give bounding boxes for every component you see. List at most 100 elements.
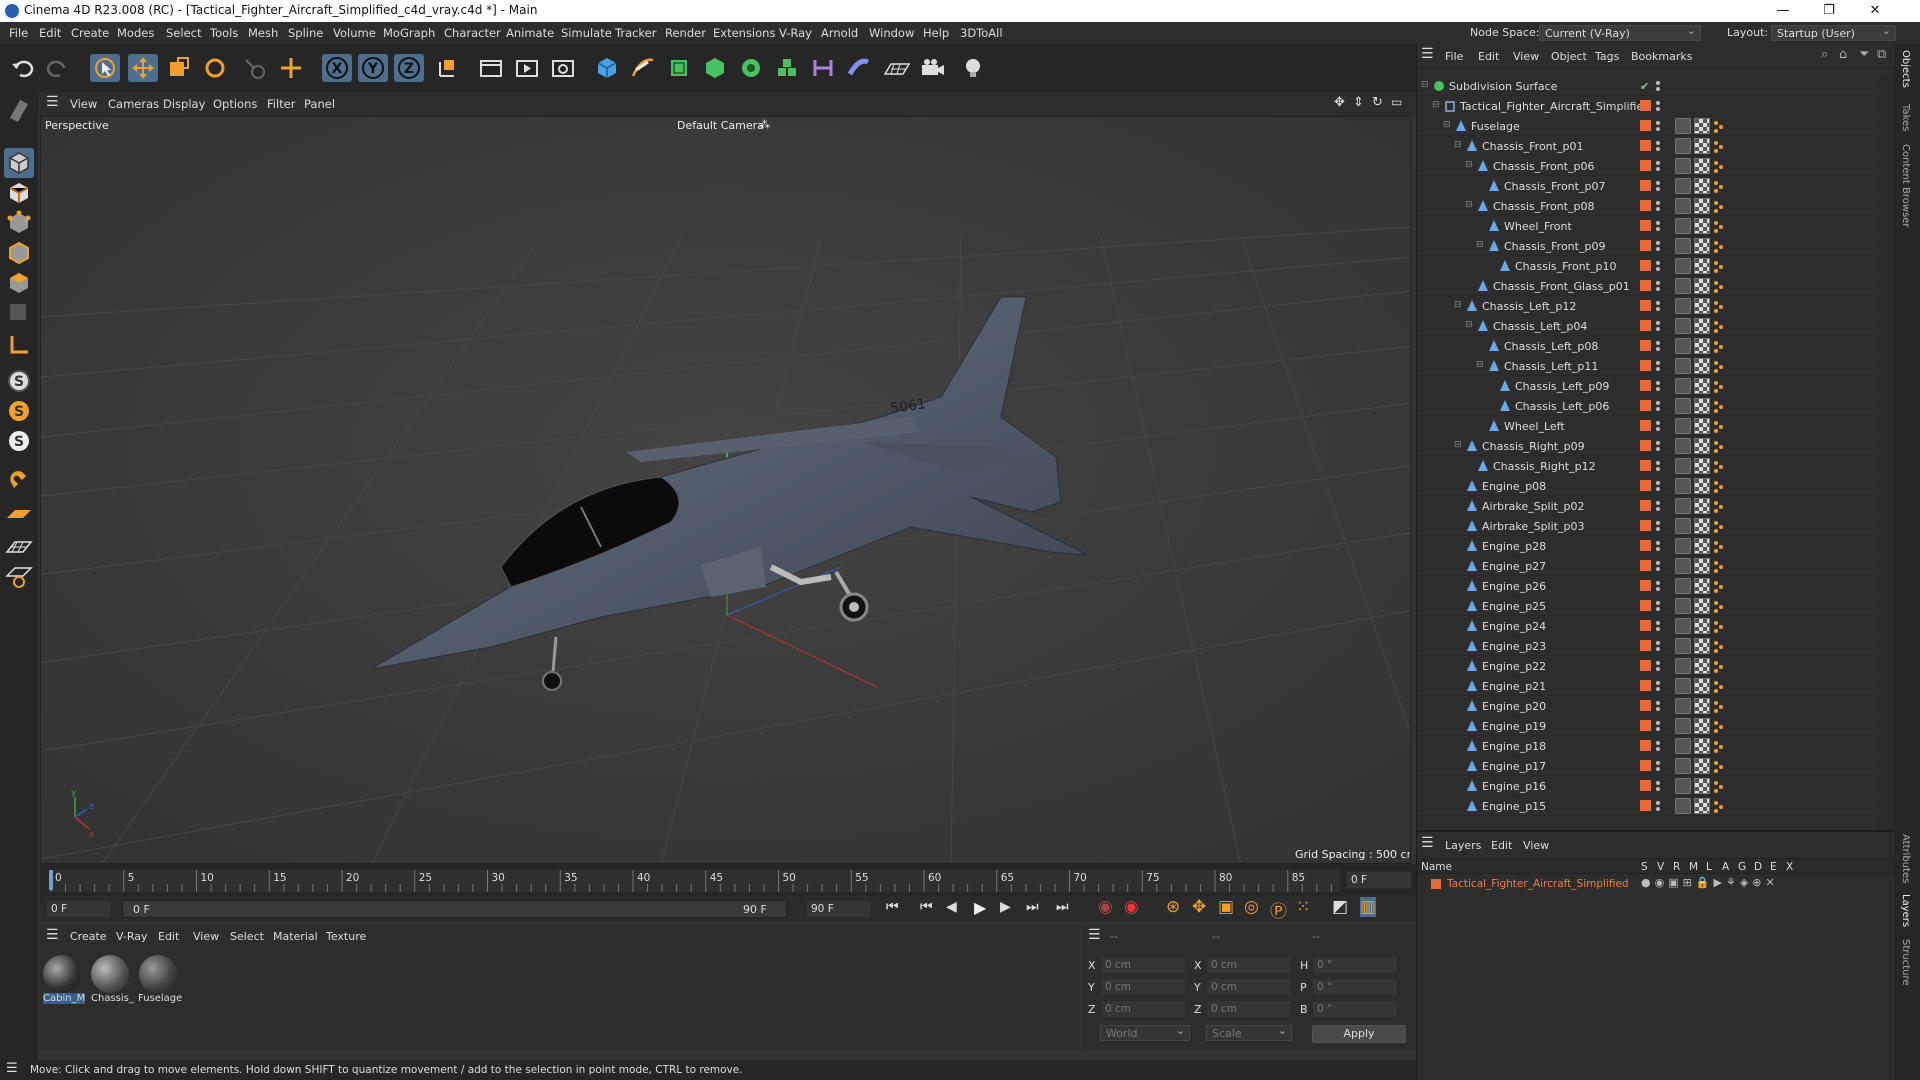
layer-color-tag[interactable] bbox=[1640, 540, 1651, 551]
selection-tag-icon[interactable] bbox=[1712, 799, 1724, 813]
material-tag-icon[interactable] bbox=[1694, 538, 1710, 554]
visibility-dots-icon[interactable] bbox=[1656, 99, 1660, 113]
material-swatch-cabin[interactable]: Cabin_M bbox=[42, 953, 86, 1005]
visibility-dots-icon[interactable] bbox=[1656, 599, 1660, 613]
material-tag-icon[interactable] bbox=[1694, 678, 1710, 694]
material-tag-icon[interactable] bbox=[1694, 258, 1710, 274]
object-row[interactable]: ⊟ Chassis_Front_p09 bbox=[1417, 236, 1877, 256]
visibility-dots-icon[interactable] bbox=[1656, 479, 1660, 493]
edges-mode-icon[interactable] bbox=[4, 238, 34, 268]
object-list-scrollbar[interactable]: ⌄ bbox=[1879, 76, 1893, 864]
material-tag-icon[interactable] bbox=[1694, 778, 1710, 794]
render-settings-icon[interactable] bbox=[548, 54, 578, 82]
pen-spline-icon[interactable] bbox=[628, 54, 658, 82]
material-tag-icon[interactable] bbox=[1694, 498, 1710, 514]
selection-tag-icon[interactable] bbox=[1712, 559, 1724, 573]
visibility-dots-icon[interactable] bbox=[1656, 419, 1660, 433]
start-frame-field[interactable]: 0 F bbox=[46, 900, 112, 918]
toggle-view-icon[interactable]: ▭ bbox=[1391, 95, 1402, 109]
object-row[interactable]: Engine_p20 bbox=[1417, 696, 1877, 716]
workplane-icon[interactable] bbox=[4, 500, 34, 530]
material-tag-icon[interactable] bbox=[1694, 738, 1710, 754]
object-row[interactable]: ⊟ Chassis_Right_p09 bbox=[1417, 436, 1877, 456]
selection-tag-icon[interactable] bbox=[1712, 119, 1724, 133]
object-row[interactable]: Chassis_Left_p09 bbox=[1417, 376, 1877, 396]
menu-volume[interactable]: Volume bbox=[333, 26, 376, 40]
pos-z-field[interactable]: 0 cm bbox=[1100, 1000, 1186, 1018]
selection-tag-icon[interactable] bbox=[1712, 279, 1724, 293]
layer-color-tag[interactable] bbox=[1640, 640, 1651, 651]
timeline-window-icon[interactable]: ◩ bbox=[1332, 897, 1348, 917]
pos-y-field[interactable]: 0 cm bbox=[1100, 978, 1186, 996]
maximize-button[interactable]: ❐ bbox=[1806, 0, 1852, 22]
polygons-mode-icon[interactable] bbox=[4, 268, 34, 298]
layers-hamburger-icon[interactable]: ☰ bbox=[1421, 835, 1434, 851]
side-tab-attributes[interactable]: Attributes bbox=[1900, 834, 1911, 883]
layer-color-tag[interactable] bbox=[1640, 280, 1651, 291]
visibility-dots-icon[interactable] bbox=[1656, 79, 1660, 93]
menu-modes[interactable]: Modes bbox=[117, 26, 154, 40]
cube-primitive-icon[interactable] bbox=[592, 54, 622, 82]
phong-tag-icon[interactable] bbox=[1675, 678, 1691, 694]
visibility-dots-icon[interactable] bbox=[1656, 759, 1660, 773]
object-row[interactable]: Engine_p25 bbox=[1417, 596, 1877, 616]
soft-selection-icon[interactable]: S bbox=[4, 396, 34, 426]
selection-tag-icon[interactable] bbox=[1712, 579, 1724, 593]
cloner-icon[interactable] bbox=[736, 54, 766, 82]
playhead[interactable] bbox=[49, 870, 53, 890]
selection-tag-icon[interactable] bbox=[1712, 399, 1724, 413]
visibility-dots-icon[interactable] bbox=[1656, 359, 1660, 373]
phong-tag-icon[interactable] bbox=[1675, 198, 1691, 214]
material-swatch-chassis[interactable]: Chassis_ bbox=[90, 953, 134, 1005]
selection-tag-icon[interactable] bbox=[1712, 679, 1724, 693]
layer-color-tag[interactable] bbox=[1640, 200, 1651, 211]
selection-tag-icon[interactable] bbox=[1712, 379, 1724, 393]
coordinate-system-icon[interactable] bbox=[432, 54, 462, 82]
visibility-dots-icon[interactable] bbox=[1656, 159, 1660, 173]
objects-menu-file[interactable]: File bbox=[1445, 50, 1463, 63]
phong-tag-icon[interactable] bbox=[1675, 238, 1691, 254]
phong-tag-icon[interactable] bbox=[1675, 538, 1691, 554]
size-y-field[interactable]: 0 cm bbox=[1206, 978, 1292, 996]
phong-tag-icon[interactable] bbox=[1675, 138, 1691, 154]
material-menu-material[interactable]: Material bbox=[273, 930, 318, 943]
y-axis-lock-icon[interactable]: Y bbox=[358, 54, 388, 82]
visibility-dots-icon[interactable] bbox=[1656, 459, 1660, 473]
selection-tag-icon[interactable] bbox=[1712, 719, 1724, 733]
phong-tag-icon[interactable] bbox=[1675, 278, 1691, 294]
scale-tool-icon[interactable] bbox=[164, 54, 194, 82]
menu-animate[interactable]: Animate bbox=[506, 26, 554, 40]
visibility-dots-icon[interactable] bbox=[1656, 119, 1660, 133]
grid-snap-icon[interactable] bbox=[4, 530, 34, 560]
layer-color-tag[interactable] bbox=[1640, 440, 1651, 451]
object-row[interactable]: ⊟ Chassis_Left_p11 bbox=[1417, 356, 1877, 376]
material-tag-icon[interactable] bbox=[1694, 318, 1710, 334]
selection-tag-icon[interactable] bbox=[1712, 359, 1724, 373]
material-tag-icon[interactable] bbox=[1694, 378, 1710, 394]
material-tag-icon[interactable] bbox=[1694, 758, 1710, 774]
selection-tag-icon[interactable] bbox=[1712, 519, 1724, 533]
selection-tag-icon[interactable] bbox=[1712, 299, 1724, 313]
rot-h-field[interactable]: 0 ° bbox=[1312, 956, 1398, 974]
selection-tag-icon[interactable] bbox=[1712, 539, 1724, 553]
object-row[interactable]: Engine_p26 bbox=[1417, 576, 1877, 596]
object-row[interactable]: Chassis_Left_p06 bbox=[1417, 396, 1877, 416]
3d-viewport[interactable]: 5061 y z x Perspective Default Camera ⁂ … bbox=[40, 116, 1411, 864]
layer-color-tag[interactable] bbox=[1640, 120, 1651, 131]
menu-extensions[interactable]: Extensions bbox=[713, 26, 775, 40]
key-pla-icon[interactable]: ⁙ bbox=[1296, 897, 1310, 917]
visibility-dots-icon[interactable] bbox=[1656, 499, 1660, 513]
layer-color-tag[interactable] bbox=[1640, 500, 1651, 511]
object-row[interactable]: Engine_p21 bbox=[1417, 676, 1877, 696]
selection-tag-icon[interactable] bbox=[1712, 599, 1724, 613]
material-tag-icon[interactable] bbox=[1694, 458, 1710, 474]
size-mode-dropdown[interactable]: Scale bbox=[1206, 1024, 1292, 1041]
next-frame-icon[interactable]: ▶ bbox=[1000, 899, 1011, 915]
object-row[interactable]: Chassis_Front_Glass_p01 bbox=[1417, 276, 1877, 296]
layer-color-swatch[interactable] bbox=[1431, 879, 1441, 889]
phong-tag-icon[interactable] bbox=[1675, 158, 1691, 174]
visibility-dots-icon[interactable] bbox=[1656, 199, 1660, 213]
material-tag-icon[interactable] bbox=[1694, 138, 1710, 154]
layer-color-tag[interactable] bbox=[1640, 160, 1651, 171]
layers-menu-layers[interactable]: Layers bbox=[1445, 839, 1481, 852]
